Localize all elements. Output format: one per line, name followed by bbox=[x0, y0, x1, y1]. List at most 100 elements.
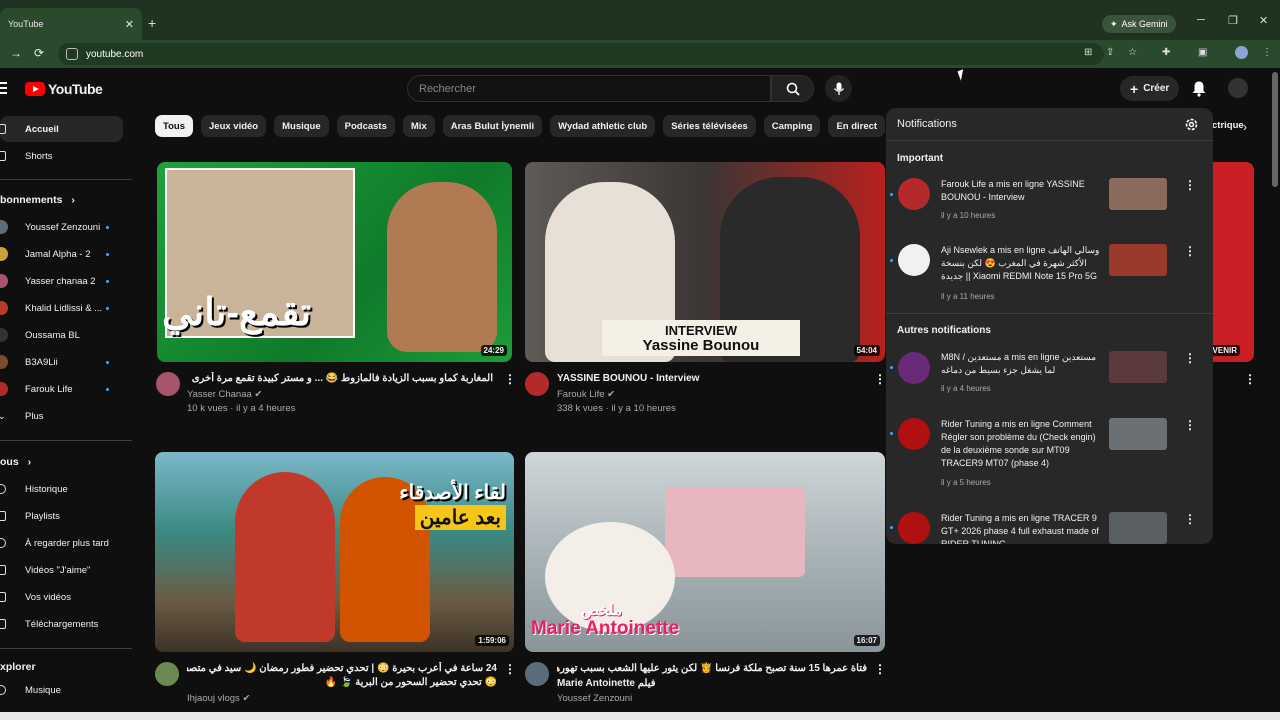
sidebar-item-channel[interactable]: Farouk Life bbox=[0, 376, 123, 402]
address-bar[interactable]: youtube.com bbox=[58, 43, 1104, 65]
chip-aras[interactable]: Aras Bulut İynemli bbox=[442, 115, 543, 137]
close-window-button[interactable]: ✕ bbox=[1259, 14, 1268, 27]
video-thumbnail[interactable]: ملخص Marie Antoinette 16:07 bbox=[525, 452, 885, 652]
notification-item[interactable]: M8N / مستعدين a mis en ligne مستعدين لما… bbox=[886, 350, 1213, 400]
more-options-icon[interactable]: ⋮ bbox=[1244, 372, 1256, 386]
sidebar-item-playlists[interactable]: Playlists bbox=[0, 503, 123, 529]
video-title[interactable]: 24 ساعة في أعرب بحيرة 😳 | تحدي تحضير فطو… bbox=[187, 662, 497, 676]
more-options-icon[interactable]: ⋮ bbox=[504, 662, 516, 676]
video-thumbnail[interactable]: لقاء الأصدقاء بعد عامين 1:59:06 bbox=[155, 452, 514, 652]
channel-avatar[interactable] bbox=[155, 662, 179, 686]
hamburger-menu-icon[interactable] bbox=[0, 82, 7, 94]
channel-avatar bbox=[898, 418, 930, 450]
video-title-line2[interactable]: Marie Antoinette فيلم bbox=[557, 677, 867, 691]
video-title[interactable]: فتاة عمرها 15 سنة تصبح ملكة فرنسا 👸 لكن … bbox=[557, 662, 867, 676]
sidebar-item-home[interactable]: Accueil bbox=[0, 116, 123, 142]
you-heading[interactable]: ous › bbox=[0, 456, 31, 468]
sidebar-item-channel[interactable]: B3A9Lii bbox=[0, 349, 123, 375]
sidebar-item-channel[interactable]: Yasser chanaa 2 bbox=[0, 268, 123, 294]
chip-live[interactable]: En direct bbox=[828, 115, 886, 137]
site-info-icon[interactable] bbox=[66, 48, 78, 60]
video-title[interactable]: YASSINE BOUNOU - Interview bbox=[557, 372, 867, 386]
more-options-icon[interactable]: ⋮ bbox=[874, 662, 886, 676]
chip-mix[interactable]: Mix bbox=[402, 115, 435, 137]
sidebar-item-more[interactable]: ⌄ Plus bbox=[0, 403, 123, 429]
channel-avatar[interactable] bbox=[156, 372, 180, 396]
chip-wydad[interactable]: Wydad athletic club bbox=[550, 115, 656, 137]
thumbnail-overlay-top: لقاء الأصدقاء bbox=[399, 482, 506, 504]
chip-podcasts[interactable]: Podcasts bbox=[336, 115, 395, 137]
more-options-icon[interactable]: ⋮ bbox=[1184, 351, 1196, 365]
video-title[interactable]: المغاربة كماو بسبب الزيادة فالمازوط 😂 ..… bbox=[187, 372, 493, 386]
translate-icon[interactable]: ⊞ bbox=[1084, 47, 1092, 58]
chip-gaming[interactable]: Jeux vidéo bbox=[201, 115, 267, 137]
more-options-icon[interactable]: ⋮ bbox=[504, 372, 516, 386]
browser-tab[interactable]: YouTube ✕ bbox=[0, 8, 142, 40]
divider bbox=[0, 440, 132, 441]
notification-item[interactable]: Rider Tuning a mis en ligne Comment Régl… bbox=[886, 416, 1213, 494]
chip-camping[interactable]: Camping bbox=[763, 115, 821, 137]
ask-gemini-button[interactable]: ✦ Ask Gemini bbox=[1102, 15, 1176, 33]
notifications-bell-icon[interactable] bbox=[1191, 80, 1207, 102]
more-options-icon[interactable]: ⋮ bbox=[1184, 244, 1196, 258]
more-options-icon[interactable]: ⋮ bbox=[1184, 178, 1196, 192]
sidebar-item-watch-later[interactable]: À regarder plus tard bbox=[0, 530, 123, 556]
notification-item[interactable]: Rider Tuning a mis en ligne TRACER 9 GT+… bbox=[886, 510, 1213, 544]
page-scrollbar[interactable] bbox=[1272, 72, 1278, 187]
sidebar-item-music[interactable]: Musique bbox=[0, 677, 123, 703]
sidepanel-icon[interactable]: ▣ bbox=[1198, 47, 1207, 58]
chevron-down-icon: ⌄ bbox=[0, 410, 6, 421]
video-channel[interactable]: Ihjaouj vlogs ✔ bbox=[187, 691, 250, 706]
chip-music[interactable]: Musique bbox=[274, 115, 329, 137]
new-tab-button[interactable]: + bbox=[148, 15, 156, 31]
browser-menu-icon[interactable]: ⋮ bbox=[1262, 47, 1272, 58]
subscriptions-heading[interactable]: bonnements › bbox=[0, 194, 75, 206]
sidebar-item-label: Playlists bbox=[25, 510, 60, 522]
minimize-button[interactable]: ─ bbox=[1197, 14, 1205, 26]
video-thumbnail[interactable]: INTERVIEW Yassine Bounou 54:04 bbox=[525, 162, 885, 362]
chip-all[interactable]: Tous bbox=[155, 115, 193, 137]
settings-gear-icon[interactable] bbox=[1184, 117, 1199, 137]
extensions-icon[interactable]: ✚ bbox=[1162, 47, 1170, 58]
more-options-icon[interactable]: ⋮ bbox=[1184, 418, 1196, 432]
unread-dot bbox=[890, 259, 893, 262]
chip-partial[interactable]: ctrique bbox=[1212, 120, 1244, 131]
sidebar-item-channel[interactable]: Khalid Lidlissi & ... bbox=[0, 295, 123, 321]
chevron-right-icon[interactable]: › bbox=[1243, 120, 1247, 134]
video-thumbnail[interactable]: تقمع-تاني 24:29 bbox=[157, 162, 512, 362]
reload-icon[interactable]: ⟳ bbox=[34, 46, 44, 60]
sidebar-item-channel[interactable]: Oussama BL bbox=[0, 322, 123, 348]
install-icon[interactable]: ⇪ bbox=[1106, 47, 1114, 58]
sidebar-item-shorts[interactable]: Shorts bbox=[0, 143, 123, 169]
maximize-button[interactable]: ❐ bbox=[1228, 14, 1238, 27]
notification-item[interactable]: Aji Nsewlek a mis en ligne وسالي الهاتف … bbox=[886, 242, 1213, 304]
forward-icon[interactable]: → bbox=[10, 46, 22, 60]
channel-avatar[interactable] bbox=[525, 372, 549, 396]
unread-dot bbox=[890, 366, 893, 369]
sidebar-item-downloads[interactable]: Téléchargements bbox=[0, 611, 123, 637]
video-title-line2[interactable]: 😳 تحدي تحضير السحور من البرية 🍃 🔥 bbox=[187, 676, 497, 690]
more-options-icon[interactable]: ⋮ bbox=[1184, 512, 1196, 526]
youtube-logo[interactable]: YouTube bbox=[25, 81, 103, 97]
sidebar-item-channel[interactable]: Jamal Alpha - 2 bbox=[0, 241, 123, 267]
account-avatar[interactable] bbox=[1228, 78, 1248, 98]
sidebar-item-channel[interactable]: Youssef Zenzouni bbox=[0, 214, 123, 240]
bookmark-star-icon[interactable]: ☆ bbox=[1128, 47, 1137, 58]
search-button[interactable] bbox=[771, 75, 814, 102]
video-channel[interactable]: Yasser Chanaa ✔ bbox=[187, 387, 262, 402]
more-options-icon[interactable]: ⋮ bbox=[874, 372, 886, 386]
sidebar-item-history[interactable]: Historique bbox=[0, 476, 123, 502]
search-input[interactable]: Rechercher bbox=[407, 75, 771, 102]
chip-series[interactable]: Séries télévisées bbox=[663, 115, 756, 137]
sidebar-item-liked[interactable]: Vidéos "J'aime" bbox=[0, 557, 123, 583]
profile-avatar[interactable] bbox=[1235, 46, 1248, 59]
channel-avatar[interactable] bbox=[525, 662, 549, 686]
video-channel[interactable]: Youssef Zenzouni bbox=[557, 691, 632, 706]
notification-item[interactable]: Farouk Life a mis en ligne YASSINE BOUNO… bbox=[886, 176, 1213, 228]
video-channel[interactable]: Farouk Life ✔ bbox=[557, 387, 615, 402]
create-button[interactable]: + Créer bbox=[1120, 76, 1180, 101]
tab-close-icon[interactable]: ✕ bbox=[125, 18, 134, 31]
voice-search-button[interactable] bbox=[825, 75, 852, 102]
sidebar-item-your-videos[interactable]: Vos vidéos bbox=[0, 584, 123, 610]
notification-thumbnail bbox=[1109, 178, 1167, 210]
